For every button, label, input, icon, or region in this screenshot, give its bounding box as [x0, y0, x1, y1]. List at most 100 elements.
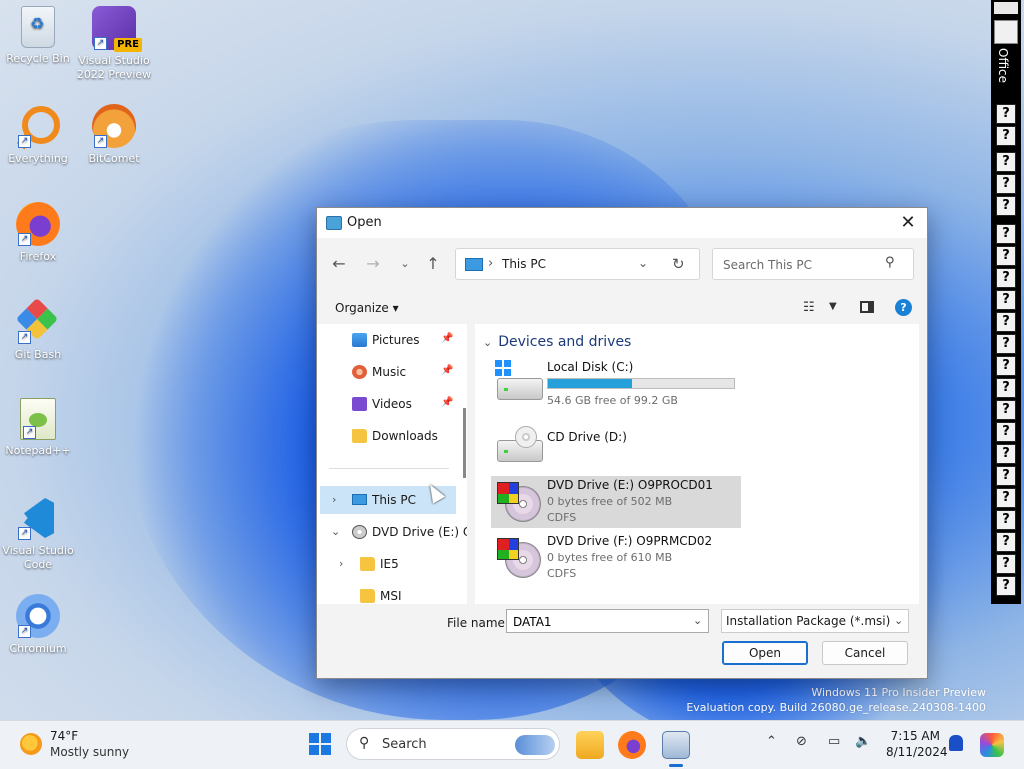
office-help-button[interactable]: ? [996, 510, 1016, 530]
office-help-button[interactable]: ? [996, 334, 1016, 354]
office-help-button[interactable]: ? [996, 246, 1016, 266]
forward-arrow-icon[interactable]: → [363, 254, 383, 274]
organize-button[interactable]: Organize ▾ [335, 301, 399, 315]
open-button[interactable]: Open [722, 641, 808, 665]
group-header-devices-and-drives[interactable]: ⌄ Devices and drives [483, 334, 631, 350]
preview-pane-icon[interactable] [860, 301, 874, 313]
desktop-icon-vscode[interactable]: ↗ Visual Studio Code [0, 496, 76, 572]
office-bar-label: Office [996, 48, 1010, 84]
office-help-button[interactable]: ? [996, 174, 1016, 194]
office-bar-control-icon[interactable] [994, 2, 1018, 14]
file-name-combobox[interactable]: ⌄ [506, 609, 709, 633]
chevron-down-icon[interactable]: ⌄ [331, 525, 340, 538]
office-help-button[interactable]: ? [996, 554, 1016, 574]
breadcrumb-this-pc[interactable]: This PC [502, 257, 546, 271]
weather-temperature: 74°F [50, 729, 79, 743]
recent-locations-chevron-icon[interactable]: ⌄ [395, 254, 415, 274]
command-bar: Organize ▾ ☷ ▼ ? [317, 292, 927, 324]
taskbar-search[interactable]: ⚲ Search [346, 728, 560, 760]
office-help-button[interactable]: ? [996, 312, 1016, 332]
chevron-right-icon[interactable]: › [339, 557, 343, 570]
nav-item-label: Downloads [372, 429, 438, 443]
nav-item-pictures[interactable]: Pictures 📌 [317, 326, 457, 354]
desktop-icon-git-bash[interactable]: ↗ Git Bash [0, 297, 76, 362]
drive-name: Local Disk (C:) [547, 360, 634, 374]
office-help-button[interactable]: ? [996, 378, 1016, 398]
show-hidden-icons-chevron-icon[interactable]: ⌃ [766, 734, 777, 749]
chevron-down-icon[interactable]: ⌄ [693, 614, 702, 627]
office-help-button[interactable]: ? [996, 444, 1016, 464]
desktop-icon-everything[interactable]: ↗ Everything [0, 104, 76, 166]
drive-name: DVD Drive (E:) O9PROCD01 [547, 478, 713, 492]
network-offline-icon[interactable]: ⊘ [796, 734, 807, 749]
nav-item-msi[interactable]: MSI [317, 582, 457, 604]
nav-scrollbar[interactable] [463, 408, 466, 478]
office-help-button[interactable]: ? [996, 532, 1016, 552]
this-pc-icon [465, 258, 483, 271]
desktop-icon-firefox[interactable]: ↗ Firefox [0, 202, 76, 264]
refresh-icon[interactable]: ↻ [672, 255, 685, 273]
nav-item-videos[interactable]: Videos 📌 [317, 390, 457, 418]
search-highlight-icon [515, 735, 555, 755]
office-help-button[interactable]: ? [996, 224, 1016, 244]
address-bar[interactable]: › This PC ⌄ ↻ [455, 248, 700, 280]
desktop-icon-bitcomet[interactable]: ↗ BitComet [76, 104, 152, 166]
nav-item-label: This PC [372, 493, 416, 507]
clock[interactable]: 7:15 AM 8/11/2024 [886, 728, 948, 760]
puzzle-icon [497, 482, 519, 504]
close-button[interactable]: ✕ [897, 212, 919, 234]
desktop-icon-chromium[interactable]: ↗ Chromium [0, 594, 76, 656]
office-help-button[interactable]: ? [996, 104, 1016, 124]
drive-local-disk-c[interactable]: Local Disk (C:) 54.6 GB free of 99.2 GB [491, 358, 741, 410]
office-help-button[interactable]: ? [996, 268, 1016, 288]
search-icon: ⚲ [885, 255, 895, 270]
file-type-select[interactable]: Installation Package (*.msi) ⌄ [721, 609, 909, 633]
desktop-icon-recycle-bin[interactable]: ♻ Recycle Bin [0, 6, 76, 66]
search-input[interactable] [721, 255, 885, 275]
file-explorer-taskbar-icon[interactable] [576, 731, 604, 759]
up-arrow-icon[interactable]: ↑ [423, 254, 443, 274]
help-icon[interactable]: ? [895, 299, 912, 316]
office-help-button[interactable]: ? [996, 488, 1016, 508]
desktop-icon-label: Recycle Bin [6, 52, 70, 65]
desktop-icon-visual-studio[interactable]: ↗ PRE Visual Studio 2022 Preview [76, 6, 152, 82]
open-dialog-taskbar-icon[interactable] [662, 731, 690, 759]
active-app-indicator [669, 764, 683, 767]
volume-icon[interactable]: 🔈 [855, 734, 871, 749]
nav-item-downloads[interactable]: Downloads [317, 422, 457, 450]
office-help-button[interactable]: ? [996, 400, 1016, 420]
office-app-button[interactable] [994, 20, 1018, 44]
cancel-button[interactable]: Cancel [822, 641, 908, 665]
notification-bell-icon[interactable] [949, 735, 963, 751]
display-icon[interactable]: ▭ [828, 734, 840, 749]
office-help-button[interactable]: ? [996, 576, 1016, 596]
nav-item-dvd-drive-e[interactable]: ⌄ DVD Drive (E:) O [317, 518, 467, 546]
drive-cd-d[interactable]: CD Drive (D:) [491, 420, 741, 472]
copilot-icon[interactable] [980, 733, 1004, 757]
view-dropdown-icon[interactable]: ▼ [829, 301, 837, 312]
nav-item-music[interactable]: Music 📌 [317, 358, 457, 386]
office-help-button[interactable]: ? [996, 422, 1016, 442]
file-name-input[interactable] [511, 613, 685, 631]
office-help-button[interactable]: ? [996, 466, 1016, 486]
firefox-taskbar-icon[interactable] [618, 731, 646, 759]
drive-dvd-f[interactable]: DVD Drive (F:) O9PRMCD02 0 bytes free of… [491, 532, 741, 584]
office-help-button[interactable]: ? [996, 356, 1016, 376]
search-box[interactable]: ⚲ [712, 248, 914, 280]
windows-logo-icon [495, 360, 511, 376]
back-arrow-icon[interactable]: ← [329, 254, 349, 274]
drive-free-space: 54.6 GB free of 99.2 GB [547, 394, 678, 407]
view-options-icon[interactable]: ☷ [803, 300, 815, 315]
desktop-icon-notepad-plus-plus[interactable]: ↗ Notepad++ [0, 398, 76, 458]
chevron-right-icon[interactable]: › [332, 493, 336, 506]
folder-icon [352, 429, 367, 443]
office-help-button[interactable]: ? [996, 152, 1016, 172]
address-dropdown-icon[interactable]: ⌄ [638, 256, 648, 270]
office-help-button[interactable]: ? [996, 196, 1016, 216]
office-help-button[interactable]: ? [996, 126, 1016, 146]
drive-dvd-e[interactable]: DVD Drive (E:) O9PROCD01 0 bytes free of… [491, 476, 741, 528]
dialog-titlebar[interactable]: Open ✕ [317, 208, 927, 238]
nav-item-ie5[interactable]: › IE5 [317, 550, 457, 578]
start-button[interactable] [309, 733, 331, 755]
office-help-button[interactable]: ? [996, 290, 1016, 310]
